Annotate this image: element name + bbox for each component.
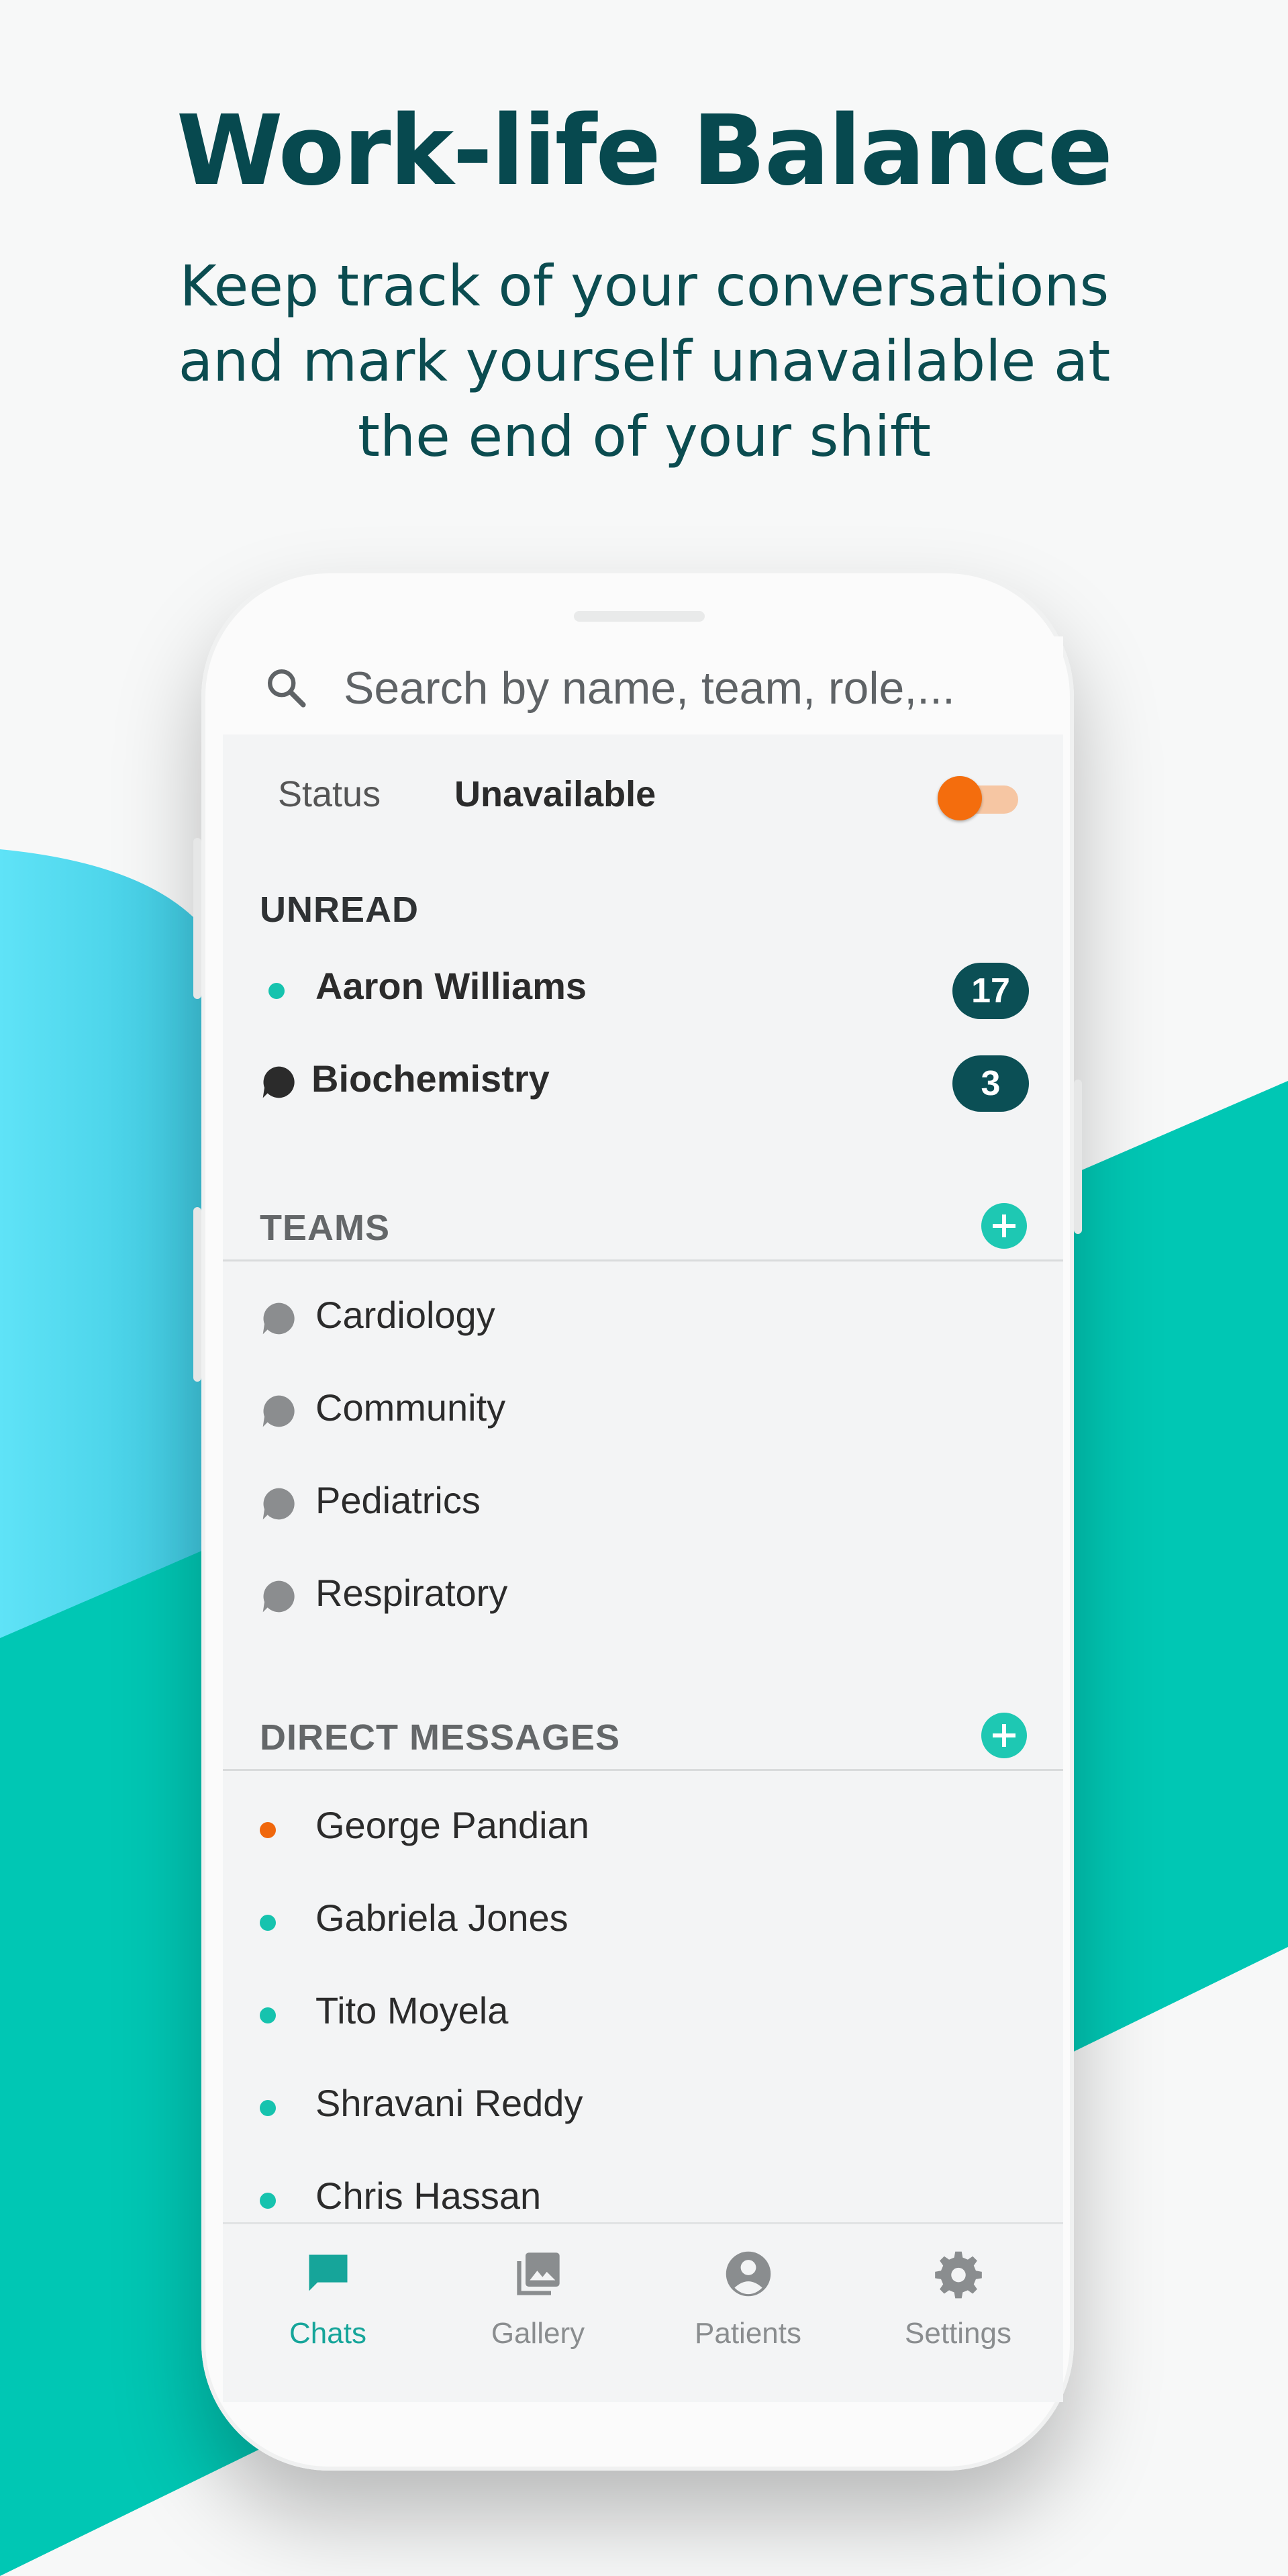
team-item-label: Cardiology xyxy=(315,1294,495,1336)
phone-frame: Search by name, team, role,... Status Un… xyxy=(193,569,1082,2471)
app-screen: Search by name, team, role,... Status Un… xyxy=(223,636,1063,2402)
list-item-label: Biochemistry xyxy=(311,1057,550,1100)
chat-bubble-icon xyxy=(262,1302,295,1335)
available-dot-icon xyxy=(260,1915,276,1931)
team-item-label: Respiratory xyxy=(315,1572,508,1614)
account-circle-icon xyxy=(726,2251,771,2297)
chat-bubble-icon xyxy=(262,1066,295,1098)
divider xyxy=(223,1259,1063,1261)
available-dot-icon xyxy=(260,2007,276,2023)
phone-side-button xyxy=(193,1207,201,1382)
dm-item-label: Gabriela Jones xyxy=(315,1897,568,1939)
search-icon xyxy=(268,669,306,708)
search-bar[interactable]: Search by name, team, role,... xyxy=(223,636,1063,734)
team-item-pediatrics[interactable]: Pediatrics xyxy=(223,1458,1063,1545)
unread-count-badge: 3 xyxy=(952,1055,1029,1112)
team-item-community[interactable]: Community xyxy=(223,1366,1063,1453)
phone-side-button xyxy=(1074,1080,1082,1234)
status-value: Unavailable xyxy=(454,774,656,814)
phone-side-button xyxy=(193,838,201,999)
hero-subtitle: Keep track of your conversations and mar… xyxy=(178,253,1111,469)
direct-messages-header: DIRECT MESSAGES xyxy=(260,1717,621,1758)
list-item-biochemistry[interactable]: Biochemistry 3 xyxy=(223,1037,1063,1124)
nav-tab-patients[interactable]: Patients xyxy=(643,2244,853,2379)
dm-item-label: George Pandian xyxy=(315,1804,589,1846)
chat-bubble-icon xyxy=(262,1488,295,1520)
unread-header: UNREAD xyxy=(260,890,419,930)
chat-bubble-icon xyxy=(262,1395,295,1427)
nav-label: Patients xyxy=(695,2317,801,2350)
nav-tab-gallery[interactable]: Gallery xyxy=(433,2244,643,2379)
status-label: Status xyxy=(278,774,381,814)
dm-item-label: Shravani Reddy xyxy=(315,2082,583,2124)
light-blue-blob xyxy=(0,849,221,1638)
available-dot-icon xyxy=(268,983,285,999)
chat-bubble-icon xyxy=(262,1580,295,1613)
gear-icon xyxy=(935,2251,982,2299)
phone-speaker xyxy=(574,611,705,622)
search-input[interactable]: Search by name, team, role,... xyxy=(344,662,955,714)
gallery-icon xyxy=(517,2252,560,2295)
nav-label: Gallery xyxy=(491,2317,585,2350)
bottom-navigation: Chats Gallery Patients Settings xyxy=(223,2222,1063,2402)
list-item-aaron-williams[interactable]: Aaron Williams 17 xyxy=(223,944,1063,1031)
dm-item-tito-moyela[interactable]: Tito Moyela xyxy=(223,1968,1063,2056)
nav-tab-settings[interactable]: Settings xyxy=(853,2244,1063,2379)
availability-toggle[interactable] xyxy=(938,776,1024,820)
team-item-respiratory[interactable]: Respiratory xyxy=(223,1551,1063,1638)
nav-tab-chats[interactable]: Chats xyxy=(223,2244,433,2379)
unavailable-dot-icon xyxy=(260,1822,276,1838)
team-item-label: Community xyxy=(315,1386,506,1429)
nav-label: Chats xyxy=(289,2317,366,2350)
team-item-cardiology[interactable]: Cardiology xyxy=(223,1273,1063,1360)
hero-title: Work-life Balance xyxy=(176,94,1113,207)
teams-header: TEAMS xyxy=(260,1208,390,1248)
dm-item-label: Tito Moyela xyxy=(315,1989,509,2032)
dm-item-shravani-reddy[interactable]: Shravani Reddy xyxy=(223,2061,1063,2148)
unread-count-badge: 17 xyxy=(952,963,1029,1019)
add-team-button[interactable] xyxy=(981,1203,1027,1249)
dm-item-george-pandian[interactable]: George Pandian xyxy=(223,1783,1063,1870)
toggle-knob xyxy=(938,776,982,820)
chat-icon xyxy=(309,2254,348,2291)
dm-item-label: Chris Hassan xyxy=(315,2175,542,2217)
available-dot-icon xyxy=(260,2193,276,2209)
dm-item-gabriela-jones[interactable]: Gabriela Jones xyxy=(223,1876,1063,1963)
nav-label: Settings xyxy=(905,2317,1011,2350)
divider xyxy=(223,1769,1063,1771)
add-direct-message-button[interactable] xyxy=(981,1713,1027,1758)
available-dot-icon xyxy=(260,2100,276,2116)
team-item-label: Pediatrics xyxy=(315,1479,481,1521)
list-item-label: Aaron Williams xyxy=(315,965,587,1007)
status-row: Status Unavailable xyxy=(223,734,1063,862)
